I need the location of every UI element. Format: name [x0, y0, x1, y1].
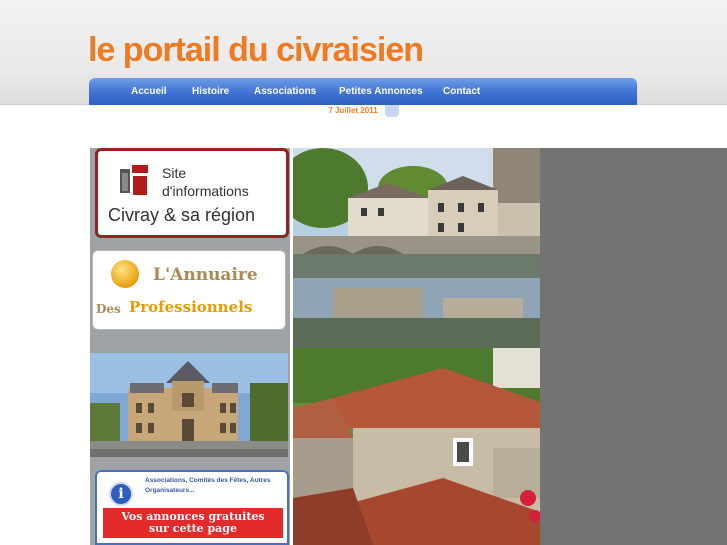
gallery-photo-houses[interactable] — [293, 348, 543, 545]
free-ads-line2: sur cette page — [148, 522, 237, 535]
current-date: 7 Juillet 2011 — [328, 106, 378, 115]
nav-item-petites-annonces[interactable]: Petites Annonces — [339, 78, 423, 105]
annuaire-professionnels: Professionnels — [129, 298, 253, 316]
associations-ad-banner[interactable]: i Associations, Comités des Fêtes, Autre… — [95, 470, 289, 545]
annuaire-des: Des — [96, 302, 121, 316]
promo-line-site: Site — [162, 165, 187, 181]
free-ads-banner: Vos annonces gratuites sur cette page — [103, 508, 283, 538]
nav-item-associations[interactable]: Associations — [254, 78, 316, 105]
right-panel — [540, 148, 727, 545]
nav-item-histoire[interactable]: Histoire — [192, 78, 229, 105]
promo-line-region: Civray & sa région — [108, 205, 256, 225]
annuaire-title: L'Annuaire — [153, 265, 258, 285]
date-tab-accent — [385, 105, 399, 117]
gallery-photo-bridge[interactable] — [293, 148, 540, 348]
associations-text: Associations, Comités des Fêtes, Autres … — [145, 477, 271, 494]
info-circle-icon: i — [109, 482, 133, 506]
annuaire-banner[interactable]: L'Annuaire Des Professionnels — [92, 250, 286, 330]
gold-medal-icon — [111, 260, 139, 288]
site-info-banner[interactable]: Site d'informations Civray & sa région — [95, 148, 289, 238]
site-title[interactable]: le portail du civraisien — [88, 30, 424, 70]
nav-item-contact[interactable]: Contact — [443, 78, 480, 105]
main-nav: Accueil Histoire Associations Petites An… — [89, 78, 637, 105]
promo-line-informations: d'informations — [162, 183, 249, 199]
town-hall-illustration — [90, 353, 288, 457]
town-hall-photo[interactable] — [90, 353, 288, 457]
nav-item-accueil[interactable]: Accueil — [131, 78, 167, 105]
bridge-river-illustration — [293, 148, 540, 348]
info-i-icon — [120, 165, 148, 195]
houses-rooftops-illustration — [293, 348, 543, 545]
